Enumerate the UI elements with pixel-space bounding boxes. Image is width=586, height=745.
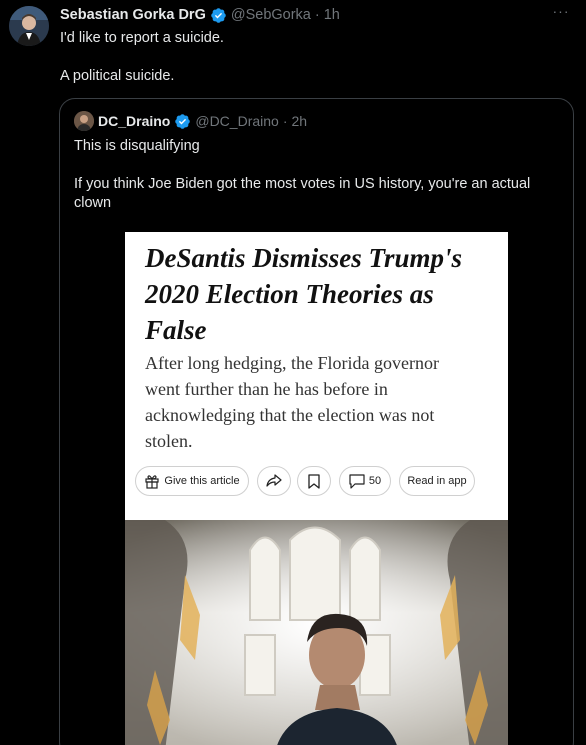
read-in-app-label: Read in app [407, 475, 467, 487]
article-action-bar: Give this article 50 Read in app [135, 466, 505, 496]
article-summary: After long hedging, the Florida governor… [145, 353, 439, 451]
save-button [297, 466, 331, 496]
give-article-button: Give this article [135, 466, 249, 496]
comment-count: 50 [368, 475, 382, 487]
quote-author-handle[interactable]: @DC_Draino [195, 113, 278, 129]
tweet-text: I'd like to report a suicide. A politica… [60, 29, 560, 86]
quote-timestamp[interactable]: 2h [292, 113, 308, 129]
article-screenshot-image[interactable]: DeSantis Dismisses Trump's 2020 Election… [125, 232, 508, 745]
desantis-church-photo [125, 520, 508, 745]
meta-separator: · [282, 113, 288, 129]
quoted-tweet-card[interactable]: DC_Draino @DC_Draino · 2h This is disqua… [59, 98, 574, 745]
quote-author-name[interactable]: DC_Draino [98, 113, 170, 129]
quote-author-avatar[interactable] [74, 111, 94, 131]
comment-icon [349, 473, 365, 489]
quote-text-line: This is disqualifying [74, 138, 200, 154]
quote-header: DC_Draino @DC_Draino · 2h [74, 111, 307, 131]
article-headline: DeSantis Dismisses Trump's 2020 Election… [145, 243, 463, 345]
author-name[interactable]: Sebastian Gorka DrG [60, 7, 206, 23]
more-horizontal-icon[interactable]: ··· [550, 4, 572, 20]
author-handle[interactable]: @SebGorka [231, 7, 311, 23]
tweet-text-line: A political suicide. [60, 68, 175, 84]
meta-separator: · [314, 7, 320, 23]
quote-text-line: If you think Joe Biden got the most vote… [74, 176, 535, 211]
tweet-timestamp[interactable]: 1h [324, 7, 340, 23]
verified-badge-icon [175, 113, 191, 129]
gift-icon [145, 475, 159, 489]
share-button [257, 466, 291, 496]
comments-button: 50 [339, 466, 391, 496]
tweet-text-line: I'd like to report a suicide. [60, 30, 224, 46]
give-article-label: Give this article [164, 475, 240, 487]
read-in-app-button: Read in app [399, 466, 475, 496]
tweet-header: Sebastian Gorka DrG @SebGorka · 1h [60, 5, 340, 25]
verified-badge-icon [211, 7, 226, 23]
quote-text: This is disqualifying If you think Joe B… [74, 137, 564, 213]
bookmark-icon [308, 473, 320, 489]
author-avatar[interactable] [9, 6, 49, 46]
share-arrow-icon [266, 474, 282, 487]
